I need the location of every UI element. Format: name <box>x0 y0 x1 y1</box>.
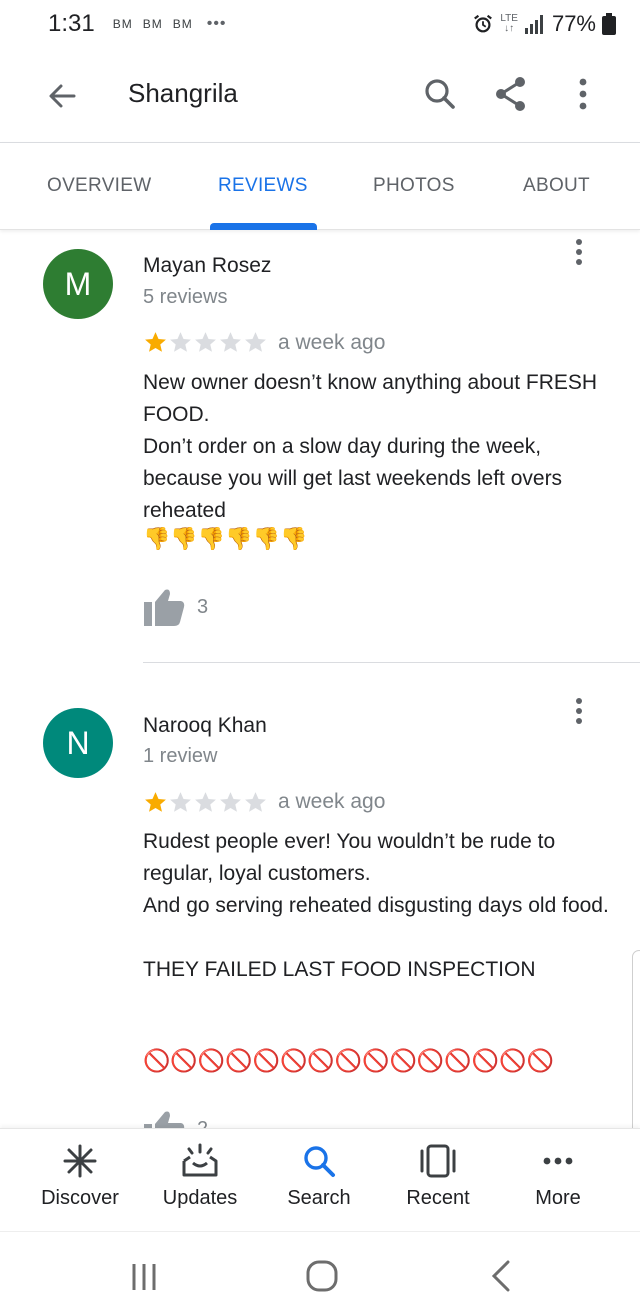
like-count: 3 <box>197 595 209 618</box>
search-icon <box>304 1146 335 1177</box>
divider <box>143 662 640 663</box>
avatar[interactable]: M <box>43 249 113 319</box>
reviewer-name[interactable]: Mayan Rosez <box>143 254 271 278</box>
star-empty-icon <box>195 332 216 352</box>
status-notifications: BM BM BM <box>113 17 193 31</box>
status-time: 1:31 <box>48 10 95 37</box>
nav-recent[interactable]: Recent <box>378 1143 498 1210</box>
nav-search[interactable]: Search <box>259 1143 379 1210</box>
thumb-up-icon <box>144 589 185 626</box>
more-vert-icon[interactable] <box>566 234 592 274</box>
star-empty-icon <box>195 792 216 812</box>
discover-icon <box>63 1144 97 1178</box>
star-empty-icon <box>170 792 191 812</box>
review-emoji: 👎👎👎👎👎👎 <box>143 526 308 551</box>
home-icon[interactable] <box>302 1256 342 1296</box>
tab-about[interactable]: ABOUT <box>523 175 590 197</box>
review-date: a week ago <box>278 331 386 354</box>
star-empty-icon <box>170 332 191 352</box>
star-empty-icon <box>220 332 241 352</box>
reviewer-name[interactable]: Narooq Khan <box>143 714 267 738</box>
nav-discover[interactable]: Discover <box>20 1143 140 1210</box>
status-more-icon: ••• <box>206 15 227 32</box>
back-icon[interactable] <box>482 1256 522 1296</box>
search-icon[interactable] <box>418 72 462 116</box>
tab-photos[interactable]: PHOTOS <box>373 175 455 197</box>
avatar[interactable]: N <box>43 708 113 778</box>
star-filled-icon <box>145 332 166 352</box>
review-text: New owner doesn’t know anything about FR… <box>143 371 598 522</box>
recent-apps-icon[interactable] <box>124 1256 164 1296</box>
updates-icon <box>182 1143 218 1177</box>
review-card: M Mayan Rosez 5 reviews a week ago New o… <box>0 230 640 670</box>
tab-indicator <box>210 223 317 230</box>
review-card: N Narooq Khan 1 review a week ago Rudest… <box>0 690 640 1148</box>
reviewer-review-count: 5 reviews <box>143 286 228 308</box>
nav-more[interactable]: More <box>498 1143 618 1210</box>
tab-bar: OVERVIEW REVIEWS PHOTOS ABOUT <box>0 142 640 230</box>
review-text: Rudest people ever! You wouldn’t be rude… <box>143 830 609 981</box>
status-bar: 1:31 BM BM BM ••• LTE ↓↑ 77% <box>0 0 640 48</box>
alarm-icon <box>474 14 493 33</box>
star-empty-icon <box>220 792 241 812</box>
tab-overview[interactable]: OVERVIEW <box>47 175 151 197</box>
notification-icon: BM <box>172 17 193 31</box>
bottom-navigation: Discover Updates Search Recent More <box>0 1128 640 1231</box>
more-horiz-icon <box>543 1157 573 1165</box>
status-right: LTE ↓↑ 77% <box>472 11 616 37</box>
app-bar: Shangrila <box>0 48 640 142</box>
page-title: Shangrila <box>128 78 238 108</box>
network-type: LTE ↓↑ <box>500 13 518 34</box>
notification-icon: BM <box>112 17 133 31</box>
star-empty-icon <box>245 792 266 812</box>
more-vert-icon[interactable] <box>561 72 605 116</box>
review-emoji: 🚫🚫🚫🚫🚫🚫🚫🚫🚫🚫🚫🚫🚫🚫🚫 <box>143 1048 554 1073</box>
nav-updates[interactable]: Updates <box>140 1143 260 1210</box>
battery-percent: 77% <box>551 11 596 36</box>
more-vert-icon[interactable] <box>566 693 592 733</box>
reviewer-review-count: 1 review <box>143 745 218 767</box>
recent-icon <box>420 1144 456 1178</box>
review-date: a week ago <box>278 790 386 813</box>
notification-icon: BM <box>142 17 163 31</box>
system-navigation <box>0 1231 640 1315</box>
arrow-back-icon[interactable] <box>40 74 84 118</box>
star-empty-icon <box>245 332 266 352</box>
like-button[interactable]: 3 <box>143 588 208 626</box>
battery-icon <box>602 13 616 35</box>
star-rating <box>143 330 268 355</box>
signal-icon <box>524 15 543 34</box>
tab-reviews[interactable]: REVIEWS <box>218 175 308 197</box>
star-filled-icon <box>145 792 166 812</box>
share-icon[interactable] <box>489 72 533 116</box>
star-rating <box>143 790 268 815</box>
